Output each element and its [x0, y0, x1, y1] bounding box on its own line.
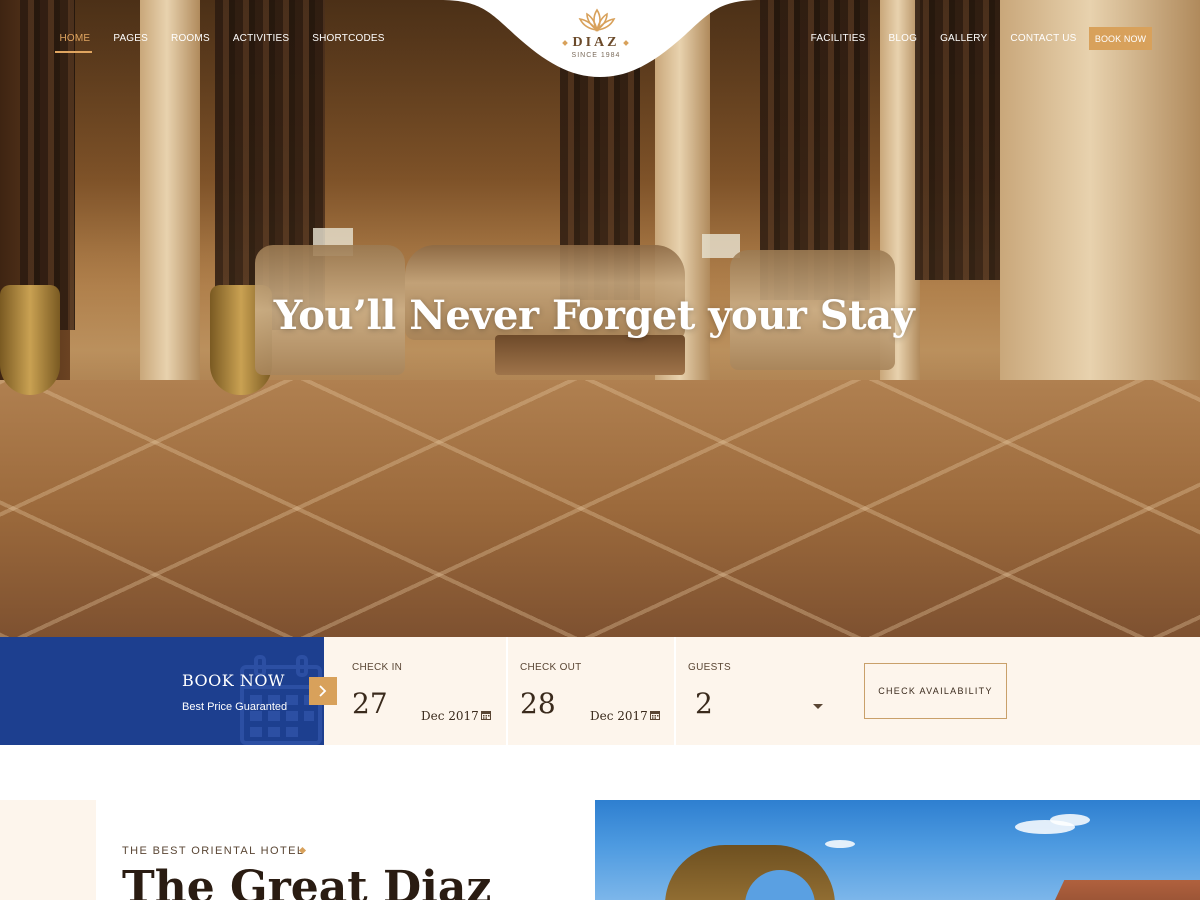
about-title: The Great Diaz: [122, 862, 492, 900]
hero-table: [495, 335, 685, 375]
logo-name: DIAZ: [572, 35, 620, 50]
nav-item-contact-us[interactable]: CONTACT US: [999, 32, 1088, 46]
booking-bar: BOOK NOW Best Price Guaranted CHECK IN 2…: [0, 637, 1200, 745]
check-in-day: 27: [352, 687, 388, 720]
about-accent-block: [0, 800, 96, 900]
nav-item-home[interactable]: HOME: [48, 32, 102, 46]
booking-panel: BOOK NOW Best Price Guaranted: [0, 637, 324, 745]
nav-item-pages[interactable]: PAGES: [102, 32, 160, 46]
guests-value: 2: [695, 687, 713, 720]
check-out-day: 28: [520, 687, 556, 720]
calendar-icon[interactable]: [481, 710, 491, 720]
lotus-logo-icon: [578, 8, 616, 32]
about-hotel-image: [595, 800, 1200, 900]
nav-item-blog[interactable]: BLOG: [877, 32, 929, 46]
calendar-icon[interactable]: [650, 710, 660, 720]
logo-since: SINCE 1984: [571, 52, 621, 59]
check-availability-button[interactable]: CHECK AVAILABILITY: [864, 663, 1007, 719]
cloud: [825, 840, 855, 848]
booking-arrow-button[interactable]: [309, 677, 337, 705]
check-out-label: CHECK OUT: [520, 662, 582, 673]
nav-menu-left: HOME PAGES ROOMS ACTIVITIES SHORTCODES: [48, 32, 396, 46]
hero-title: You’ll Never Forget your Stay: [273, 292, 915, 339]
guests-caret-down-icon[interactable]: [813, 704, 823, 709]
hero-floor: [0, 380, 1200, 637]
nav-item-activities[interactable]: ACTIVITIES: [221, 32, 300, 46]
cloud: [1050, 814, 1090, 826]
check-out-field[interactable]: CHECK OUT 28 Dec 2017: [508, 637, 674, 745]
check-in-month: Dec 2017: [421, 709, 479, 723]
nav-book-now-button[interactable]: BOOK NOW: [1089, 27, 1152, 50]
booking-title: BOOK NOW: [182, 671, 285, 690]
nav-active-indicator: [55, 51, 92, 53]
nav-item-rooms[interactable]: ROOMS: [160, 32, 222, 46]
chevron-right-icon: [319, 685, 327, 697]
about-kicker: THE BEST ORIENTAL HOTEL: [122, 845, 305, 857]
hero-banner: You’ll Never Forget your Stay: [0, 0, 1200, 637]
nav-item-shortcodes[interactable]: SHORTCODES: [301, 32, 396, 46]
booking-subtitle: Best Price Guaranted: [182, 701, 288, 713]
check-in-label: CHECK IN: [352, 662, 403, 673]
check-in-field[interactable]: CHECK IN 27 Dec 2017: [324, 637, 506, 745]
nav-item-facilities[interactable]: FACILITIES: [799, 32, 877, 46]
guests-label: GUESTS: [688, 662, 731, 673]
guests-field[interactable]: GUESTS 2: [676, 637, 836, 745]
building-roof: [1045, 880, 1200, 900]
check-out-month: Dec 2017: [590, 709, 648, 723]
nav-item-gallery[interactable]: GALLERY: [929, 32, 999, 46]
nav-menu-right: FACILITIES BLOG GALLERY CONTACT US: [799, 32, 1088, 46]
